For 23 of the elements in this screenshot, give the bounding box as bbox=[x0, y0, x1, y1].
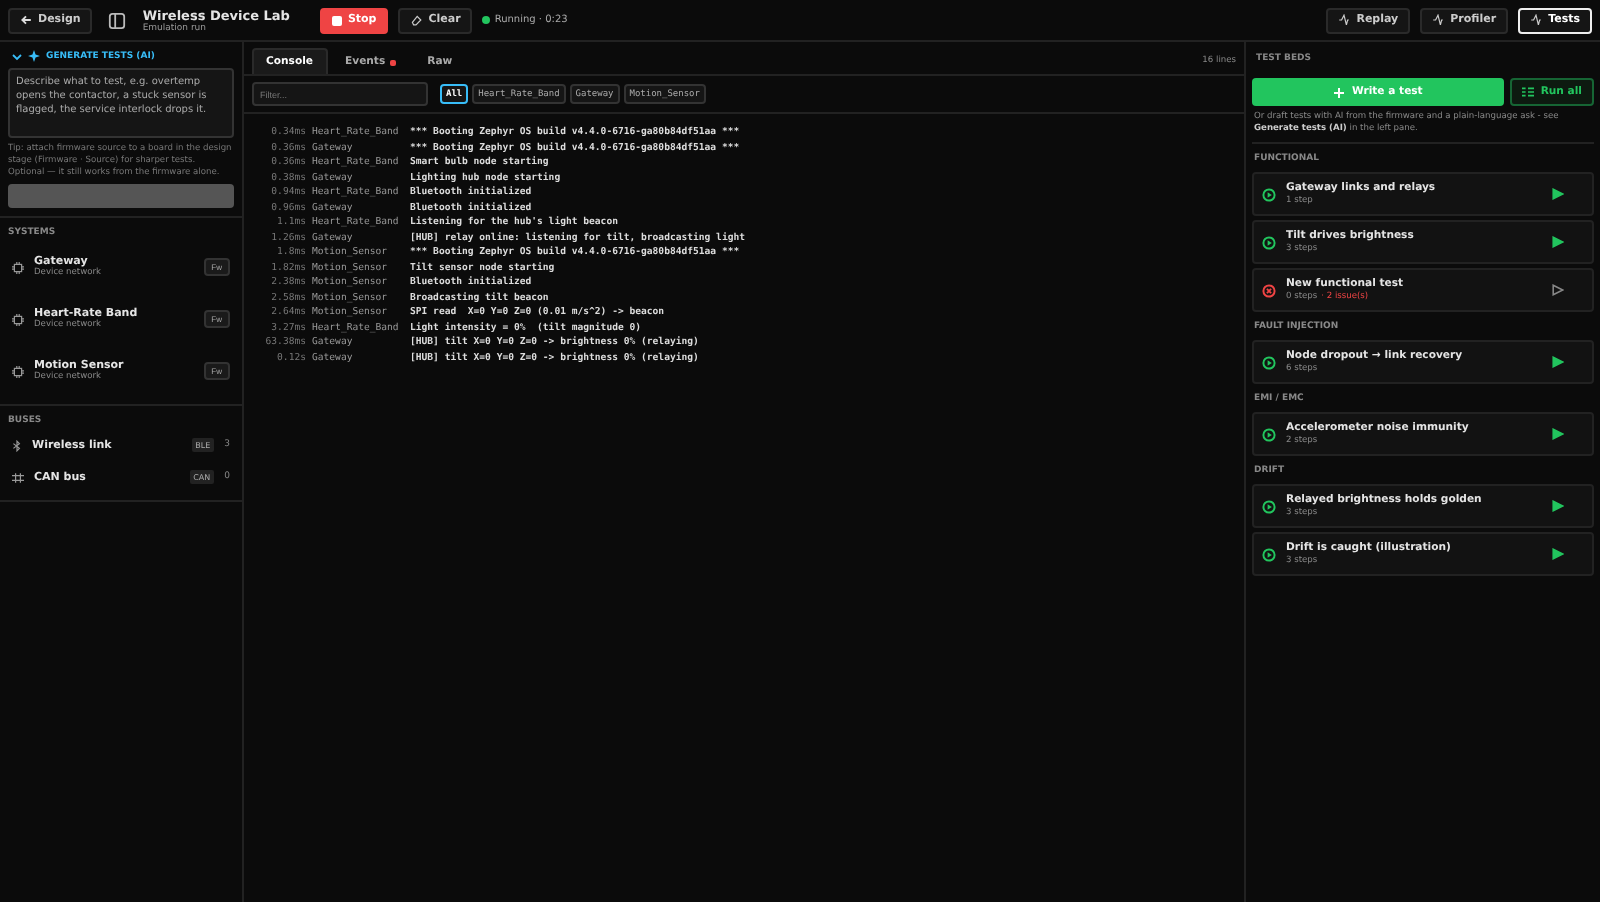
bus-icon bbox=[12, 471, 24, 484]
play-icon[interactable] bbox=[1552, 500, 1564, 513]
chip-icon bbox=[12, 261, 24, 274]
play-icon[interactable] bbox=[1552, 548, 1564, 561]
play-icon[interactable] bbox=[1552, 188, 1564, 201]
bluetooth-icon bbox=[12, 439, 22, 452]
view-icon bbox=[1338, 14, 1351, 26]
arrow-left-icon bbox=[20, 14, 32, 26]
sidebar-toggle-icon[interactable] bbox=[108, 11, 127, 29]
list-icon bbox=[1522, 86, 1535, 98]
stop-icon bbox=[331, 15, 342, 25]
play-icon[interactable] bbox=[1552, 356, 1564, 369]
chevron-icon[interactable] bbox=[12, 51, 22, 61]
view-icon bbox=[1432, 14, 1445, 26]
play-icon[interactable] bbox=[1552, 428, 1564, 441]
plus-icon bbox=[1333, 87, 1344, 97]
chip-icon bbox=[12, 313, 24, 326]
view-icon bbox=[1530, 14, 1543, 26]
sparkle-icon bbox=[28, 50, 40, 62]
play-icon[interactable] bbox=[1552, 284, 1564, 297]
eraser-icon bbox=[410, 14, 423, 26]
play-icon[interactable] bbox=[1552, 236, 1564, 249]
chip-icon bbox=[12, 365, 24, 378]
